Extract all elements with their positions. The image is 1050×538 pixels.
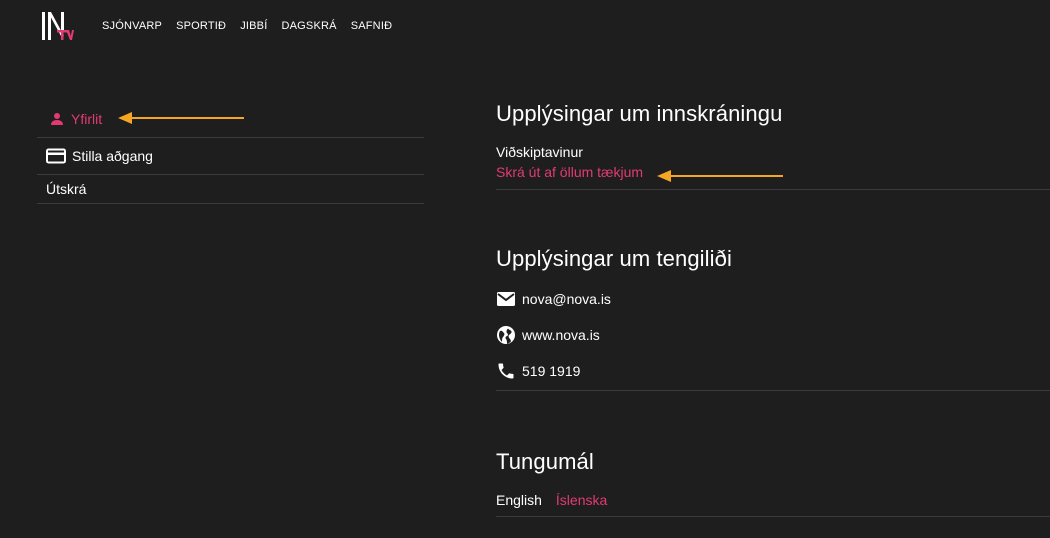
- nav-dagskra[interactable]: DAGSKRÁ: [281, 19, 336, 33]
- main-nav: SJÓNVARP SPORTIÐ JIBBÍ DAGSKRÁ SAFNIÐ: [102, 19, 392, 33]
- credit-card-icon: [46, 148, 66, 164]
- annotation-arrow: [657, 170, 783, 182]
- contact-phone: 519 1919: [496, 361, 1050, 381]
- contact-email: nova@nova.is: [496, 289, 1050, 309]
- sidebar-item-label: Yfirlit: [71, 110, 103, 127]
- contact-info-title: Upplýsingar um tengiliði: [496, 246, 732, 271]
- nova-tv-logo[interactable]: [42, 10, 74, 42]
- nav-jibbi[interactable]: JIBBÍ: [240, 19, 267, 33]
- language-title: Tungumál: [496, 449, 594, 474]
- person-icon: [49, 111, 65, 127]
- phone-icon: [496, 361, 516, 381]
- language-option-icelandic[interactable]: Íslenska: [556, 492, 607, 508]
- phone-text[interactable]: 519 1919: [522, 363, 580, 379]
- section-divider: [496, 516, 1050, 517]
- login-info-title: Upplýsingar um innskráningu: [496, 101, 783, 126]
- account-main: Upplýsingar um innskráningu Viðskiptavin…: [496, 100, 1050, 517]
- language-option-english[interactable]: English: [496, 492, 542, 508]
- email-text[interactable]: nova@nova.is: [522, 291, 611, 307]
- account-type: Viðskiptavinur: [496, 144, 583, 160]
- email-icon: [496, 291, 516, 307]
- sidebar-item-label: Stilla aðgang: [72, 148, 153, 164]
- contact-website: www.nova.is: [496, 325, 1050, 345]
- nav-sjonvarp[interactable]: SJÓNVARP: [102, 19, 162, 33]
- nav-sportid[interactable]: SPORTIÐ: [176, 19, 226, 33]
- sidebar-item-logout[interactable]: Útskrá: [37, 175, 424, 204]
- sidebar-item-label: Útskrá: [46, 181, 87, 197]
- annotation-arrow: [118, 112, 244, 124]
- language-options: English Íslenska: [496, 492, 1050, 508]
- nav-safnid[interactable]: SAFNIÐ: [351, 19, 393, 33]
- sidebar-item-access[interactable]: Stilla aðgang: [37, 138, 424, 175]
- globe-icon: [496, 325, 516, 345]
- website-text[interactable]: www.nova.is: [522, 327, 600, 343]
- account-page: SJÓNVARP SPORTIÐ JIBBÍ DAGSKRÁ SAFNIÐ Yf…: [0, 0, 1050, 538]
